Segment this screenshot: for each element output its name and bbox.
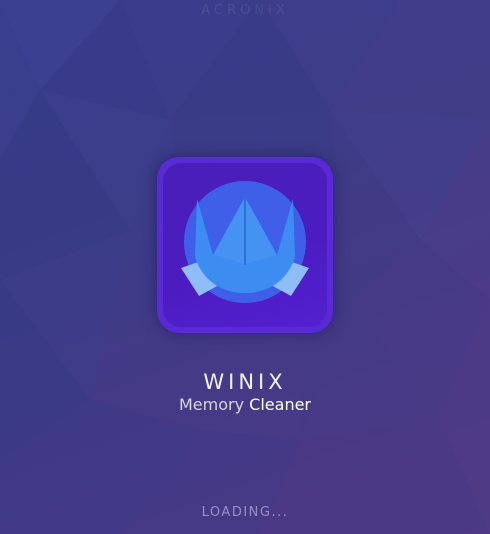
subtitle-memory: Memory — [179, 395, 245, 414]
loading-status: LOADING... — [201, 505, 289, 520]
subtitle-cleaner: Cleaner — [249, 395, 311, 414]
watermark-text: ACRONIX — [201, 3, 289, 18]
winix-crown-logo-icon — [181, 181, 309, 303]
app-name: WINIX — [203, 370, 287, 394]
app-logo — [157, 157, 333, 333]
app-subtitle: Memory Cleaner — [0, 395, 490, 414]
splash-screen: ACRONIX WINIX Memory Cleaner LOADING... — [0, 0, 490, 534]
